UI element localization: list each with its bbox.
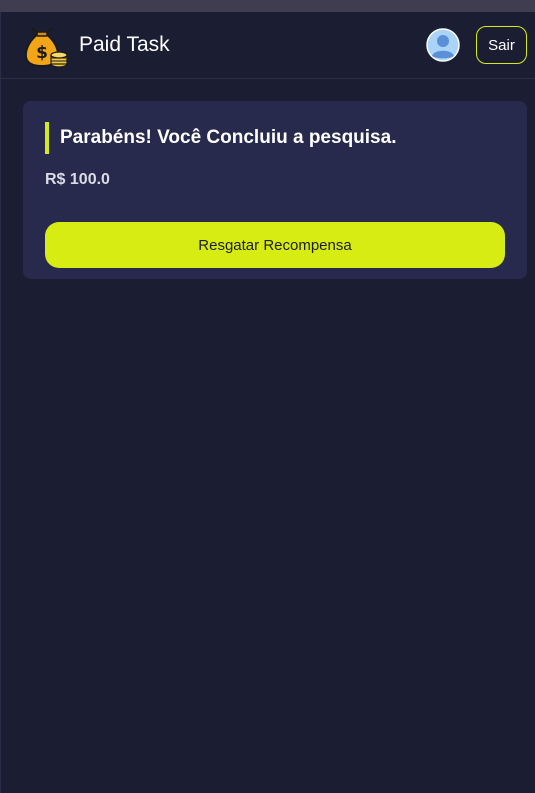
brand[interactable]: $ Paid Task [23, 21, 170, 69]
card-title: Parabéns! Você Concluiu a pesquisa. [45, 122, 396, 154]
app-title: Paid Task [79, 33, 170, 56]
app-container: $ Paid Task Sair Parabéns! Você Concluiu… [0, 12, 535, 793]
completion-card: Parabéns! Você Concluiu a pesquisa. R$ 1… [23, 101, 527, 279]
nav-actions: Sair [426, 26, 527, 64]
top-strip [0, 0, 535, 12]
redeem-reward-button[interactable]: Resgatar Recompensa [45, 222, 505, 268]
user-avatar-icon[interactable] [426, 28, 460, 62]
reward-amount: R$ 100.0 [45, 171, 110, 188]
navbar: $ Paid Task Sair [1, 12, 535, 79]
money-bag-icon: $ [24, 27, 68, 68]
svg-text:$: $ [36, 43, 48, 63]
logout-button[interactable]: Sair [476, 26, 527, 64]
